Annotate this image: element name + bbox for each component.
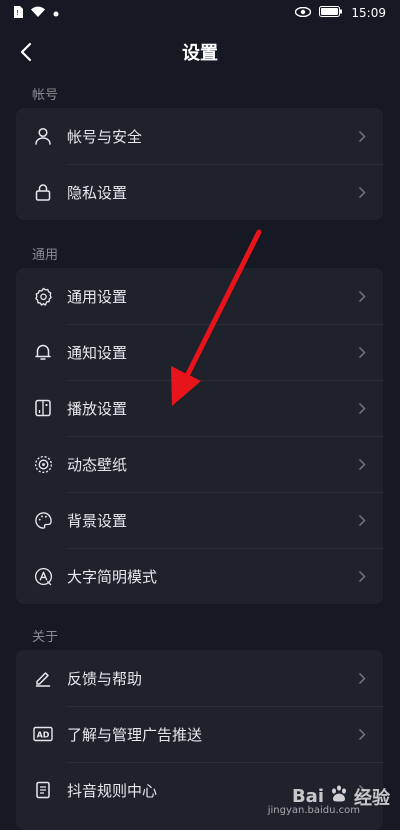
account-group: 帐号与安全 隐私设置 <box>16 108 383 220</box>
ad-icon: AD <box>33 724 53 744</box>
general-group: 通用设置 通知设置 播放设置 动态壁纸 背景设置 大字简明模式 <box>16 268 383 604</box>
sim-card-icon: ! <box>14 5 23 21</box>
row-label: 隐私设置 <box>67 183 128 202</box>
row-large-text-mode[interactable]: 大字简明模式 <box>16 548 383 604</box>
row-label: 了解与管理广告推送 <box>67 725 203 744</box>
chevron-left-icon <box>20 42 32 62</box>
section-title-general: 通用 <box>32 248 59 263</box>
chevron-right-icon <box>357 513 367 527</box>
status-bar: ! 15:09 <box>0 0 400 26</box>
row-label: 大字简明模式 <box>67 567 158 586</box>
page-title: 设置 <box>182 43 218 64</box>
chevron-right-icon <box>357 401 367 415</box>
battery-icon <box>319 6 343 20</box>
row-privacy-settings[interactable]: 隐私设置 <box>16 164 383 220</box>
row-live-wallpaper[interactable]: 动态壁纸 <box>16 436 383 492</box>
chevron-right-icon <box>357 129 367 143</box>
row-general-settings[interactable]: 通用设置 <box>16 268 383 324</box>
row-ad-management[interactable]: AD 了解与管理广告推送 <box>16 706 383 762</box>
watermark-url: jingyan.baidu.com <box>267 805 360 816</box>
wifi-icon <box>31 6 45 20</box>
row-label: 动态壁纸 <box>67 455 128 474</box>
pen-icon <box>33 668 53 688</box>
bell-icon <box>33 342 53 362</box>
play-settings-icon <box>33 398 53 418</box>
svg-text:!: ! <box>16 9 19 17</box>
chevron-right-icon <box>357 185 367 199</box>
back-button[interactable] <box>10 36 42 68</box>
user-icon <box>33 126 53 146</box>
row-playback-settings[interactable]: 播放设置 <box>16 380 383 436</box>
navigation-bar: 设置 <box>0 26 400 78</box>
document-icon <box>33 780 53 800</box>
status-time: 15:09 <box>351 6 386 20</box>
palette-icon <box>33 510 53 530</box>
live-wallpaper-icon <box>33 454 53 474</box>
large-text-icon <box>33 566 53 586</box>
chevron-right-icon <box>357 671 367 685</box>
row-feedback-help[interactable]: 反馈与帮助 <box>16 650 383 706</box>
notification-dot-icon <box>53 6 59 20</box>
row-background-settings[interactable]: 背景设置 <box>16 492 383 548</box>
row-notification-settings[interactable]: 通知设置 <box>16 324 383 380</box>
chevron-right-icon <box>357 457 367 471</box>
section-title-account: 帐号 <box>32 88 59 103</box>
row-label: 帐号与安全 <box>67 127 143 146</box>
eye-icon <box>295 6 312 20</box>
section-title-about: 关于 <box>32 630 59 645</box>
gear-icon <box>33 286 53 306</box>
row-label: 播放设置 <box>67 399 128 418</box>
chevron-right-icon <box>357 569 367 583</box>
chevron-right-icon <box>357 289 367 303</box>
row-account-security[interactable]: 帐号与安全 <box>16 108 383 164</box>
chevron-right-icon <box>357 727 367 741</box>
row-label: 通用设置 <box>67 287 128 306</box>
row-label: 背景设置 <box>67 511 128 530</box>
watermark-brand: Bai <box>291 786 324 807</box>
lock-icon <box>33 182 53 202</box>
chevron-right-icon <box>357 345 367 359</box>
svg-text:AD: AD <box>37 731 50 740</box>
row-label: 反馈与帮助 <box>67 669 143 688</box>
row-label: 通知设置 <box>67 343 128 362</box>
